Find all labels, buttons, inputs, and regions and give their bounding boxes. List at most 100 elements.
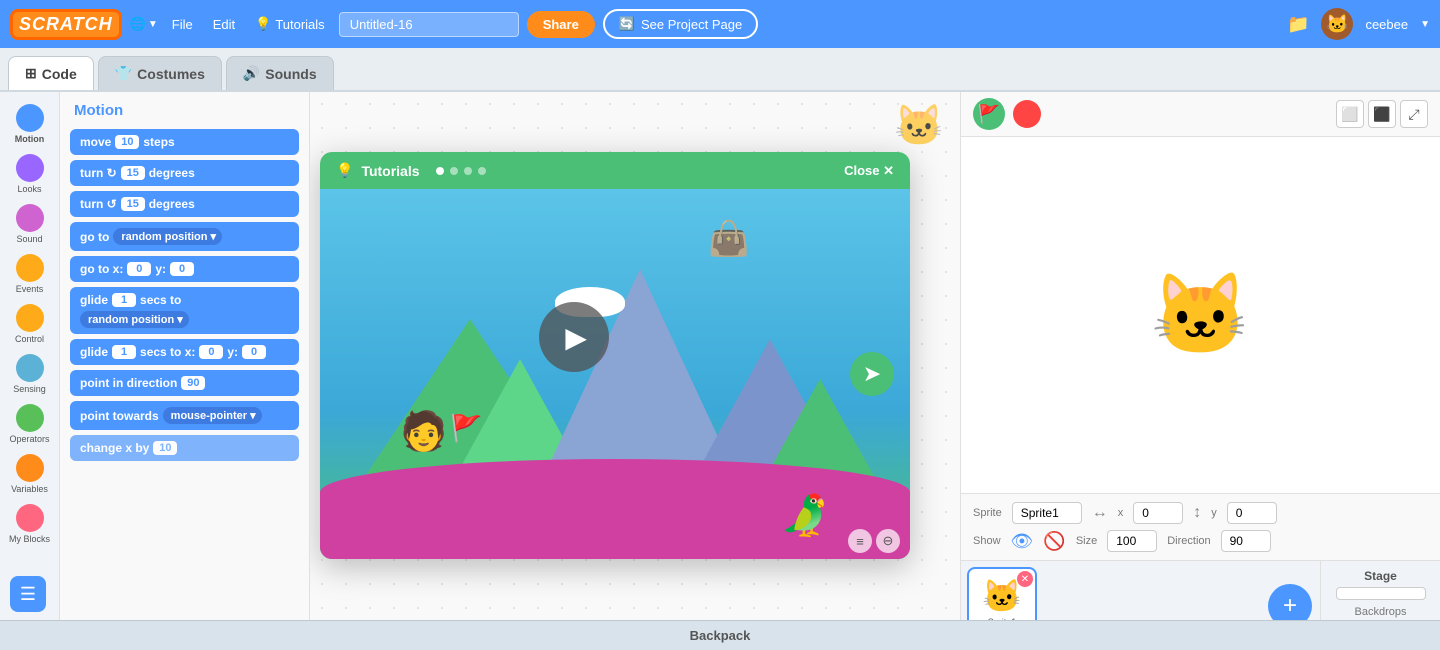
x-value-input[interactable] — [1133, 502, 1183, 524]
sprite-label: Sprite — [973, 507, 1002, 519]
share-button[interactable]: Share — [527, 11, 595, 38]
cat-variables[interactable]: Variables — [0, 450, 59, 498]
control-circle — [16, 304, 44, 332]
script-area[interactable]: 🐱 💡 Tutorials Close ✕ — [310, 92, 960, 650]
cat-sound-label: Sound — [16, 234, 42, 244]
edit-menu[interactable]: Edit — [207, 17, 241, 32]
block-gotoxy[interactable]: go to x: 0 y: 0 — [70, 256, 299, 282]
show-visible-button[interactable]: 👁 — [1011, 531, 1034, 552]
tab-sounds[interactable]: 🔊 Sounds — [226, 56, 334, 90]
looks-circle — [16, 154, 44, 182]
code-icon: ⊞ — [25, 65, 37, 82]
block-direction[interactable]: point in direction 90 — [70, 370, 299, 396]
cat-operators[interactable]: Operators — [0, 400, 59, 448]
refresh-icon: 🔄 — [619, 16, 635, 32]
stage-fullscreen-view[interactable]: ⤢ — [1400, 100, 1428, 128]
block-glide-xy[interactable]: glide 1 secs to x: 0 y: 0 — [70, 339, 299, 365]
scene-bird: 🦜 — [780, 492, 830, 539]
dot-2[interactable] — [450, 167, 458, 175]
tutorial-popup: 💡 Tutorials Close ✕ — [320, 152, 910, 559]
stop-button[interactable] — [1013, 100, 1041, 128]
show-hidden-button[interactable]: 🚫 — [1043, 531, 1065, 552]
dot-1[interactable] — [436, 167, 444, 175]
main-layout: Motion Looks Sound Events Control Sensin… — [0, 92, 1440, 650]
stage-thumbnail[interactable] — [1336, 587, 1426, 600]
tab-code[interactable]: ⊞ Code — [8, 56, 94, 90]
block-glide-random[interactable]: glide 1 secs to random position ▾ — [70, 287, 299, 334]
costumes-icon: 👕 — [115, 65, 132, 82]
cat-looks[interactable]: Looks — [0, 150, 59, 198]
tutorial-content: 🧑 🚩 ▶ 🦜 👜 ➤ ⊖ ≡ — [320, 189, 910, 559]
cat-sensing[interactable]: Sensing — [0, 350, 59, 398]
tutorial-close-button[interactable]: Close ✕ — [844, 163, 894, 179]
show-label: Show — [973, 535, 1001, 547]
avatar[interactable]: 🐱 — [1321, 8, 1353, 40]
script-area-cat-icon: 🐱 — [894, 102, 944, 149]
green-flag-button[interactable]: 🚩 — [973, 98, 1005, 130]
backpack-bar[interactable]: Backpack — [0, 620, 1440, 650]
dot-3[interactable] — [464, 167, 472, 175]
size-label: Size — [1076, 535, 1097, 547]
menu-icon: ☰ — [20, 584, 36, 605]
operators-circle — [16, 404, 44, 432]
categories-sidebar: Motion Looks Sound Events Control Sensin… — [0, 92, 60, 650]
cat-sound[interactable]: Sound — [0, 200, 59, 248]
tab-costumes[interactable]: 👕 Costumes — [98, 56, 222, 90]
stage-normal-view[interactable]: ⬛ — [1368, 100, 1396, 128]
play-button[interactable]: ▶ — [539, 302, 609, 372]
cat-myblocks-label: My Blocks — [9, 534, 50, 544]
myblocks-circle — [16, 504, 44, 532]
dot-4[interactable] — [478, 167, 486, 175]
stage-view-buttons: ⬜ ⬛ ⤢ — [1336, 100, 1428, 128]
block-move[interactable]: move 10 steps — [70, 129, 299, 155]
stage-sprite: 🐱 — [1151, 268, 1251, 362]
scene-flag: 🚩 — [450, 413, 482, 444]
tutorials-menu[interactable]: 💡 Tutorials — [249, 16, 331, 32]
user-dropdown-icon: ▼ — [1420, 19, 1430, 30]
sprite-info-bar: Sprite ↔ x ↕ y Show 👁 🚫 Size Direction — [961, 493, 1440, 560]
x-label: x — [1118, 507, 1124, 519]
block-goto[interactable]: go to random position ▾ — [70, 222, 299, 251]
size-value-input[interactable] — [1107, 530, 1157, 552]
blocks-panel: Motion move 10 steps turn ↻ 15 degrees t… — [60, 92, 310, 650]
cat-events-label: Events — [16, 284, 44, 294]
cat-control[interactable]: Control — [0, 300, 59, 348]
scratch-logo[interactable]: SCRATCH — [10, 9, 122, 40]
direction-value-input[interactable] — [1221, 530, 1271, 552]
cat-myblocks[interactable]: My Blocks — [0, 500, 59, 548]
sensing-circle — [16, 354, 44, 382]
x-arrows-icon: ↔ — [1092, 504, 1108, 522]
sprite-row-2: Show 👁 🚫 Size Direction — [973, 530, 1428, 552]
scroll-hint[interactable]: ≡ — [848, 529, 872, 553]
project-title-input[interactable] — [339, 12, 519, 37]
sprite-delete-button[interactable]: ✕ — [1017, 571, 1033, 587]
tutorial-next-arrow[interactable]: ➤ — [850, 352, 894, 396]
cat-events[interactable]: Events — [0, 250, 59, 298]
file-menu[interactable]: File — [166, 17, 199, 32]
cat-motion[interactable]: Motion — [0, 100, 59, 148]
globe-icon: 🌐 — [130, 16, 146, 32]
y-label: y — [1211, 507, 1217, 519]
block-turn-ccw[interactable]: turn ↺ 15 degrees — [70, 191, 299, 217]
username-label[interactable]: ceebee — [1365, 17, 1408, 32]
block-changex[interactable]: change x by 10 — [70, 435, 299, 461]
y-value-input[interactable] — [1227, 502, 1277, 524]
backpack-label: Backpack — [690, 628, 751, 643]
folder-icon[interactable]: 📁 — [1287, 14, 1309, 35]
play-icon: ▶ — [565, 321, 587, 354]
motion-circle — [16, 104, 44, 132]
menu-button[interactable]: ☰ — [10, 576, 46, 612]
cat-sensing-label: Sensing — [13, 384, 46, 394]
stage-small-view[interactable]: ⬜ — [1336, 100, 1364, 128]
sprite-row-1: Sprite ↔ x ↕ y — [973, 502, 1428, 524]
see-project-button[interactable]: 🔄 See Project Page — [603, 9, 758, 39]
direction-label: Direction — [1167, 535, 1210, 547]
cat-looks-label: Looks — [17, 184, 41, 194]
block-towards[interactable]: point towards mouse-pointer ▾ — [70, 401, 299, 430]
sprite-name-input[interactable] — [1012, 502, 1082, 524]
blocks-list: move 10 steps turn ↻ 15 degrees turn ↺ 1… — [60, 125, 309, 650]
globe-button[interactable]: 🌐 ▼ — [130, 16, 158, 32]
block-turn-cw[interactable]: turn ↻ 15 degrees — [70, 160, 299, 186]
zoom-out-button[interactable]: ⊖ — [876, 529, 900, 553]
variables-circle — [16, 454, 44, 482]
